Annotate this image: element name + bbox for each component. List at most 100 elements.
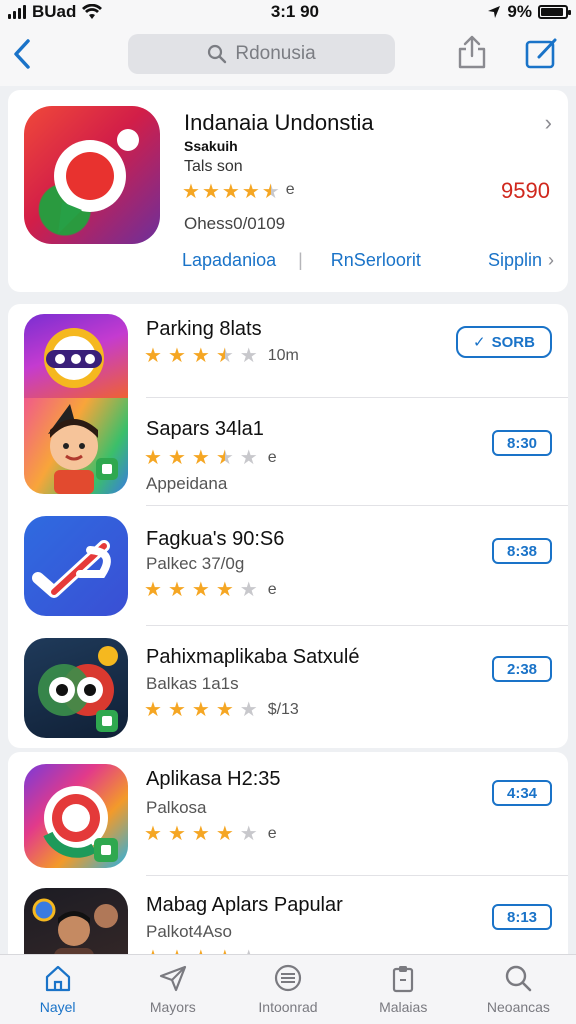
featured-link-1[interactable]: Lapadanioa (182, 250, 276, 271)
clipboard-icon (393, 966, 414, 993)
chevron-right-icon: › (548, 250, 554, 270)
star-icon: ★ (261, 181, 280, 203)
list-item[interactable]: Parking 8lats ★ ★ ★ ★ ★ 10m ✓ SORB (8, 304, 568, 400)
tab-label: Intoonrad (258, 999, 318, 1015)
app-icon[interactable] (24, 398, 128, 494)
app-subtitle: Balkas 1a1s (146, 674, 239, 693)
app-icon[interactable] (24, 638, 128, 738)
rating-stars: ★ ★ ★ ★ ★ $/13 (144, 700, 299, 720)
app-name[interactable]: Pahixmaplikaba Satxulé (146, 646, 359, 669)
status-bar: BUad 3:1 90 9% (0, 0, 576, 24)
checkmark-icon: ✓ (473, 334, 486, 351)
app-icon[interactable] (24, 516, 128, 616)
signal-icon (8, 5, 26, 19)
app-subtitle: Appeidana (146, 474, 228, 493)
app-name[interactable]: Aplikasa H2:35 (146, 768, 281, 791)
search-text: Rdonusia (235, 43, 316, 64)
tab-malaias[interactable]: Malaias (346, 955, 461, 1024)
battery-percent: 9% (507, 2, 532, 21)
price-button[interactable]: 8:38 (492, 538, 552, 564)
featured-app-title[interactable]: Indanaia Undonstia (184, 110, 374, 136)
rating-stars: ★ ★ ★ ★ ★ e (144, 580, 277, 600)
app-name[interactable]: Sapars 34la1 (146, 418, 264, 441)
list-item[interactable]: Aplikasa H2:35 Palkosa ★ ★ ★ ★ ★ e 4:34 (8, 752, 568, 876)
get-button[interactable]: ✓ SORB (456, 326, 552, 358)
star-icon: ★ (239, 579, 258, 601)
price-button[interactable]: 4:34 (492, 780, 552, 806)
tab-label: Neoancas (486, 999, 550, 1015)
star-icon: ★ (239, 345, 258, 367)
get-button-label: SORB (491, 333, 535, 351)
featured-link-2[interactable]: RnSerloorit (331, 250, 421, 271)
app-subtitle: Palkec 37/0g (146, 554, 245, 573)
featured-app-icon[interactable] (24, 106, 160, 244)
rating-stars: ★ ★ ★ ★ ★ 10m (144, 346, 299, 366)
app-name[interactable]: Fagkua's 90:S6 (146, 528, 284, 551)
price-button[interactable]: 8:30 (492, 430, 552, 456)
star-icon: ★ (191, 579, 210, 601)
app-list-card: Parking 8lats ★ ★ ★ ★ ★ 10m ✓ SORB Sapars 34l… (8, 304, 568, 748)
app-icon[interactable] (24, 314, 128, 400)
price-button[interactable]: 8:13 (492, 904, 552, 930)
star-icon: ★ (144, 579, 162, 601)
link-separator: | (298, 250, 303, 270)
chevron-right-icon[interactable]: › (545, 110, 552, 136)
app-subtitle: Palkosa (146, 798, 207, 817)
list-item[interactable]: Sapars 34la1 ★ ★ ★ ★ ★ e Appeidana 8:30 (8, 398, 568, 506)
battery-icon (538, 5, 571, 19)
featured-rating-stars: ★ ★ ★ ★ ★ e (182, 181, 295, 203)
star-icon: ★ (215, 579, 234, 601)
list-item[interactable]: Mabag Aplars Papular Palkot4Aso ★★★★★ 8:… (8, 876, 568, 962)
rating-extra: e (267, 581, 277, 598)
rating-extra: e (267, 825, 277, 842)
star-icon: ★ (167, 345, 186, 367)
app-icon[interactable] (24, 764, 128, 868)
list-item[interactable]: Pahixmaplikaba Satxulé Balkas 1a1s ★ ★ ★ ★ ★… (8, 626, 568, 748)
featured-link-3[interactable]: Sipplin › (488, 250, 554, 271)
tab-home[interactable]: Nayel (0, 955, 115, 1024)
list-item[interactable]: Fagkua's 90:S6 Palkec 37/0g ★ ★ ★ ★ ★ e 8:38 (8, 506, 568, 626)
price-button[interactable]: 2:38 (492, 656, 552, 682)
featured-app-meta: Ohess0/0109 (184, 214, 286, 233)
rating-extra: e (267, 449, 277, 466)
star-icon: ★ (167, 823, 186, 845)
tab-mayors[interactable]: Mayors (115, 955, 230, 1024)
star-icon: ★ (191, 699, 210, 721)
clock: 3:1 90 (270, 2, 320, 21)
rating-extra: $/13 (267, 701, 299, 718)
app-icon[interactable] (24, 888, 128, 962)
featured-app-price[interactable]: 9590 (501, 178, 550, 204)
star-icon: ★ (215, 345, 234, 367)
featured-app-card[interactable]: Indanaia Undonstia Ssakuih Tals son ★ ★ ★ ★… (8, 90, 568, 292)
star-icon: ★ (221, 181, 240, 203)
tab-search[interactable]: Neoancas (461, 955, 576, 1024)
back-chevron-icon[interactable] (10, 38, 34, 70)
star-icon: ★ (239, 447, 258, 469)
compose-icon[interactable] (524, 36, 560, 70)
tab-label: Mayors (149, 999, 196, 1015)
home-icon (45, 965, 70, 992)
featured-links: Lapadanioa | RnSerloorit Sipplin › (182, 250, 554, 271)
star-icon: ★ (239, 699, 258, 721)
star-icon: ★ (167, 447, 186, 469)
star-icon: ★ (144, 823, 162, 845)
app-name[interactable]: Parking 8lats (146, 318, 262, 341)
star-icon: ★ (167, 699, 186, 721)
rating-stars: ★ ★ ★ ★ ★ e (144, 824, 277, 844)
star-icon: ★ (191, 447, 210, 469)
battery-fill (541, 8, 563, 16)
search-icon (208, 44, 227, 64)
star-icon: ★ (144, 345, 162, 367)
star-icon: ★ (215, 823, 234, 845)
app-name[interactable]: Mabag Aplars Papular (146, 894, 343, 917)
tab-label: Malaias (379, 999, 428, 1015)
nav-bar: Rdonusia (0, 24, 576, 86)
share-icon[interactable] (456, 34, 488, 70)
featured-app-developer: Tals son (184, 158, 243, 175)
tab-intoonrad[interactable]: Intoonrad (230, 955, 345, 1024)
tab-bar: Nayel Mayors Intoonrad Malaias Neoancas (0, 954, 576, 1024)
search-input[interactable]: Rdonusia (128, 34, 395, 74)
star-icon: ★ (182, 181, 200, 203)
rating-extra: 10m (267, 347, 299, 364)
star-icon: ★ (241, 181, 260, 203)
